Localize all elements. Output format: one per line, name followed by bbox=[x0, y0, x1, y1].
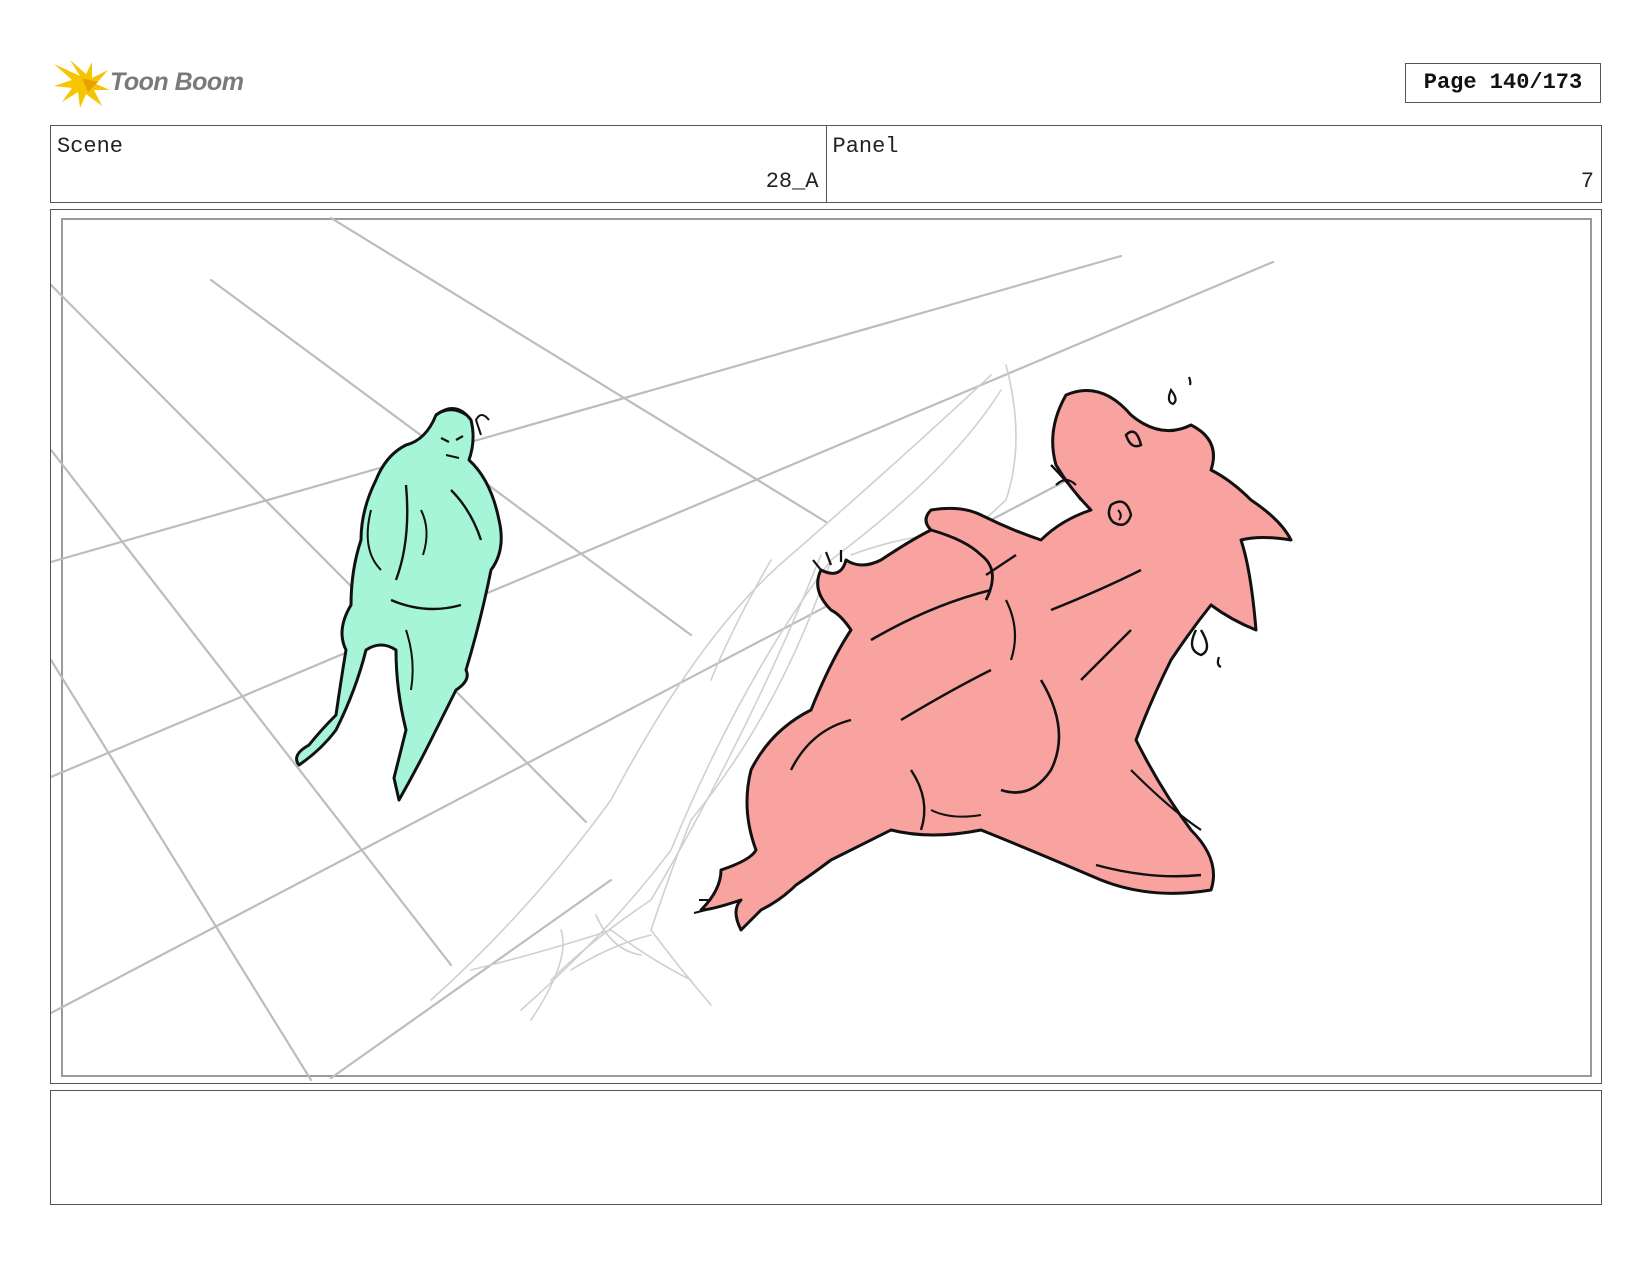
scene-cell: Scene 28_A bbox=[51, 126, 826, 202]
scene-label: Scene bbox=[57, 134, 124, 159]
human-figure bbox=[295, 407, 503, 802]
pink-creature bbox=[693, 376, 1293, 932]
panel-notes[interactable] bbox=[50, 1090, 1602, 1205]
page-indicator: Page 140/173 bbox=[1405, 63, 1601, 103]
panel-cell: Panel 7 bbox=[825, 126, 1602, 202]
logo-text: Toon Boom bbox=[110, 68, 244, 96]
toon-boom-star-icon bbox=[54, 60, 110, 108]
scene-panel-info: Scene 28_A Panel 7 bbox=[50, 125, 1602, 203]
storyboard-panel bbox=[50, 209, 1602, 1084]
panel-label: Panel bbox=[832, 134, 899, 159]
panel-artwork bbox=[51, 216, 1592, 1082]
inner-frame bbox=[61, 218, 1592, 1077]
scene-value: 28_A bbox=[765, 169, 819, 194]
panel-value: 7 bbox=[1580, 169, 1594, 194]
toon-boom-logo: Toon Boom bbox=[52, 56, 262, 110]
